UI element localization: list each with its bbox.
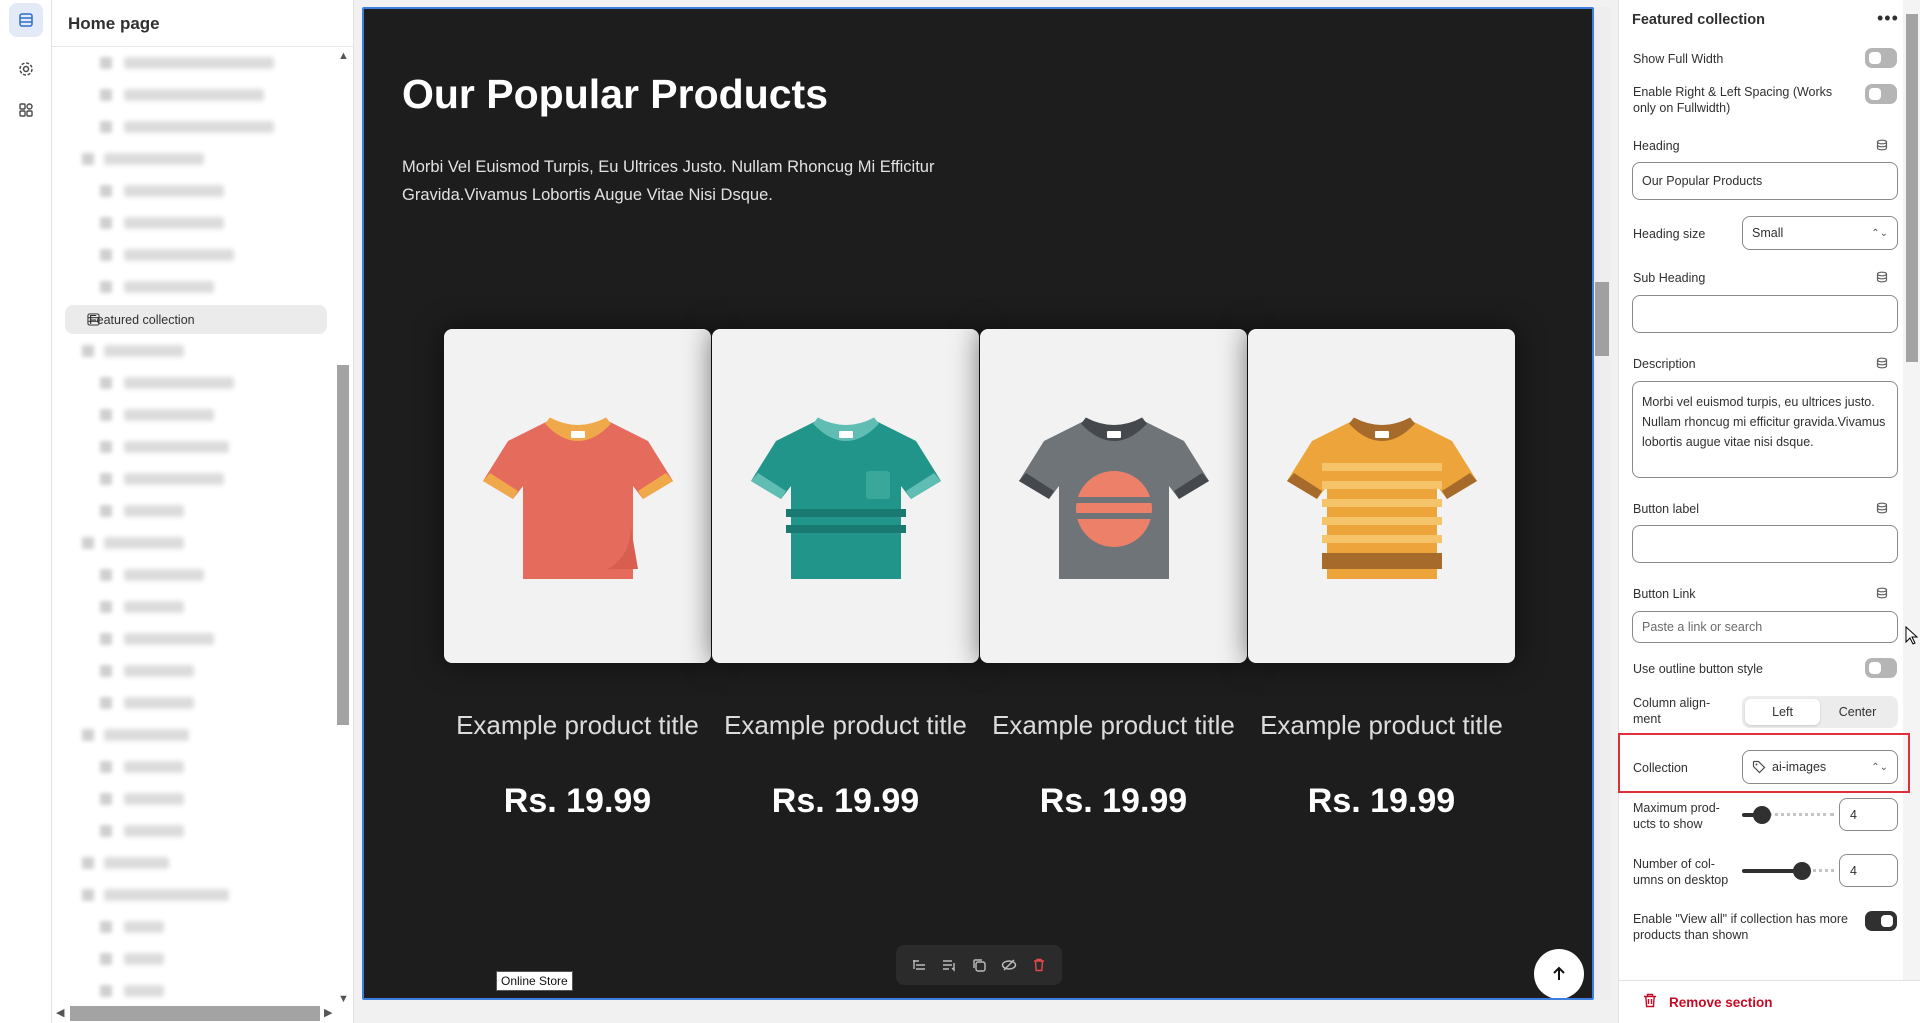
columns-input[interactable]: 4 xyxy=(1839,854,1898,887)
show-full-width-toggle[interactable] xyxy=(1865,48,1897,68)
delete-icon[interactable] xyxy=(1029,955,1049,975)
enable-spacing-label: Enable Right & Left Spacing (Works only … xyxy=(1633,85,1833,115)
column-alignment-label: Column align-ment xyxy=(1633,696,1711,726)
t-shirt-icon xyxy=(482,417,673,579)
section-description: Morbi Vel Euismod Turpis, Eu Ultrices Ju… xyxy=(402,158,935,204)
product-price: Rs. 19.99 xyxy=(503,782,652,820)
outline-button-toggle[interactable] xyxy=(1865,658,1897,678)
sub-heading-input[interactable] xyxy=(1632,295,1898,333)
product-card-image[interactable] xyxy=(980,329,1247,663)
button-label-label: Button label xyxy=(1633,502,1700,516)
max-products-label: Maximum prod-ucts to show xyxy=(1633,801,1720,831)
product-title[interactable]: Example product title xyxy=(1248,709,1515,741)
product-price: Rs. 19.99 xyxy=(1307,782,1456,820)
dynamic-source-icon[interactable] xyxy=(1876,139,1888,151)
outline-button-label: Use outline button style xyxy=(1633,662,1763,676)
columns-label: Number of col-umns on desktop xyxy=(1633,857,1729,887)
hscroll-left-icon[interactable]: ◀ xyxy=(56,1006,64,1019)
tree-horizontal-scrollbar[interactable] xyxy=(70,1006,320,1021)
tree-item-featured-collection[interactable]: Featured collection xyxy=(65,305,327,334)
section-heading: Our Popular Products xyxy=(402,71,828,117)
dynamic-source-icon[interactable] xyxy=(1876,502,1888,514)
dynamic-source-icon[interactable] xyxy=(1876,271,1888,283)
tree-scrollbar[interactable] xyxy=(337,365,349,725)
hide-icon[interactable] xyxy=(999,955,1019,975)
tree-item-label: Featured collection xyxy=(89,312,195,327)
sub-heading-label: Sub Heading xyxy=(1633,271,1706,285)
product-title[interactable]: Example product title xyxy=(444,709,711,741)
section-tree-panel: Home page Featured collection ▲ ▼ ◀ ▶ xyxy=(52,0,354,1023)
product-card-image[interactable] xyxy=(444,329,711,663)
enable-spacing-toggle[interactable] xyxy=(1865,84,1897,104)
collection-highlight-box xyxy=(1618,733,1910,793)
t-shirt-icon xyxy=(750,417,941,579)
hscroll-right-icon[interactable]: ▶ xyxy=(324,1006,332,1019)
heading-input[interactable]: Our Popular Products xyxy=(1632,162,1898,200)
more-actions-icon[interactable]: ••• xyxy=(1877,8,1899,29)
button-label-input[interactable] xyxy=(1632,525,1898,563)
column-alignment-segmented: Left Center xyxy=(1742,696,1898,728)
product-title[interactable]: Example product title xyxy=(712,709,979,741)
max-products-input[interactable]: 4 xyxy=(1839,798,1898,831)
canvas-scrollbar-thumb[interactable] xyxy=(1595,282,1609,356)
section-toolbar xyxy=(896,945,1062,985)
remove-section-button[interactable]: Remove section xyxy=(1619,980,1920,1023)
description-textarea[interactable]: Morbi vel euismod turpis, eu ultrices ju… xyxy=(1632,381,1898,478)
panel-scrollbar-thumb[interactable] xyxy=(1906,14,1918,362)
canvas-scrollbar-track[interactable] xyxy=(1594,7,1610,1000)
settings-gear-icon[interactable] xyxy=(9,52,43,86)
description-label: Description xyxy=(1633,357,1696,371)
remove-section-label: Remove section xyxy=(1669,994,1773,1010)
align-center-option[interactable]: Center xyxy=(1820,699,1895,725)
button-link-label: Button Link xyxy=(1633,587,1696,601)
t-shirt-icon xyxy=(1286,417,1477,579)
trash-icon xyxy=(1643,993,1657,1011)
duplicate-icon[interactable] xyxy=(969,955,989,975)
select-chevron-icon: ⌃⌄ xyxy=(1871,227,1888,239)
tree-scroll-up-icon[interactable]: ▲ xyxy=(338,50,349,62)
sections-icon[interactable] xyxy=(9,3,43,37)
heading-size-select[interactable]: Small ⌃⌄ xyxy=(1742,216,1898,250)
move-down-icon[interactable] xyxy=(939,955,959,975)
show-full-width-label: Show Full Width xyxy=(1633,52,1724,66)
button-link-input[interactable]: Paste a link or search xyxy=(1632,611,1898,643)
product-card-image[interactable] xyxy=(1248,329,1515,663)
page-title: Home page xyxy=(68,14,160,33)
online-store-badge: Online Store xyxy=(496,971,573,991)
t-shirt-icon xyxy=(1018,417,1209,579)
view-all-toggle[interactable] xyxy=(1865,911,1897,931)
panel-title: Featured collection xyxy=(1632,12,1765,28)
arrow-up-icon xyxy=(1553,966,1565,980)
align-left-option[interactable]: Left xyxy=(1745,699,1820,725)
app-rail xyxy=(0,0,52,1023)
tree-scroll-down-icon[interactable]: ▼ xyxy=(338,993,349,1005)
product-price: Rs. 19.99 xyxy=(771,782,920,820)
product-price: Rs. 19.99 xyxy=(1039,782,1188,820)
view-all-label: Enable "View all" if collection has more… xyxy=(1633,912,1849,942)
product-card-image[interactable] xyxy=(712,329,979,663)
product-title[interactable]: Example product title xyxy=(980,709,1247,741)
mouse-cursor-icon xyxy=(1905,626,1919,645)
divider xyxy=(52,46,353,47)
heading-label: Heading xyxy=(1633,139,1680,153)
apps-icon[interactable] xyxy=(9,93,43,127)
heading-size-label: Heading size xyxy=(1633,227,1706,241)
scroll-to-top-button[interactable] xyxy=(1534,949,1584,998)
section-settings-panel: Featured collection ••• Show Full Width … xyxy=(1618,0,1920,1023)
dynamic-source-icon[interactable] xyxy=(1876,357,1888,369)
dynamic-source-icon[interactable] xyxy=(1876,587,1888,599)
preview-canvas[interactable]: Our Popular Products Morbi Vel Euismod T… xyxy=(362,7,1594,1000)
heading-size-value: Small xyxy=(1752,226,1784,240)
move-up-icon[interactable] xyxy=(909,955,929,975)
